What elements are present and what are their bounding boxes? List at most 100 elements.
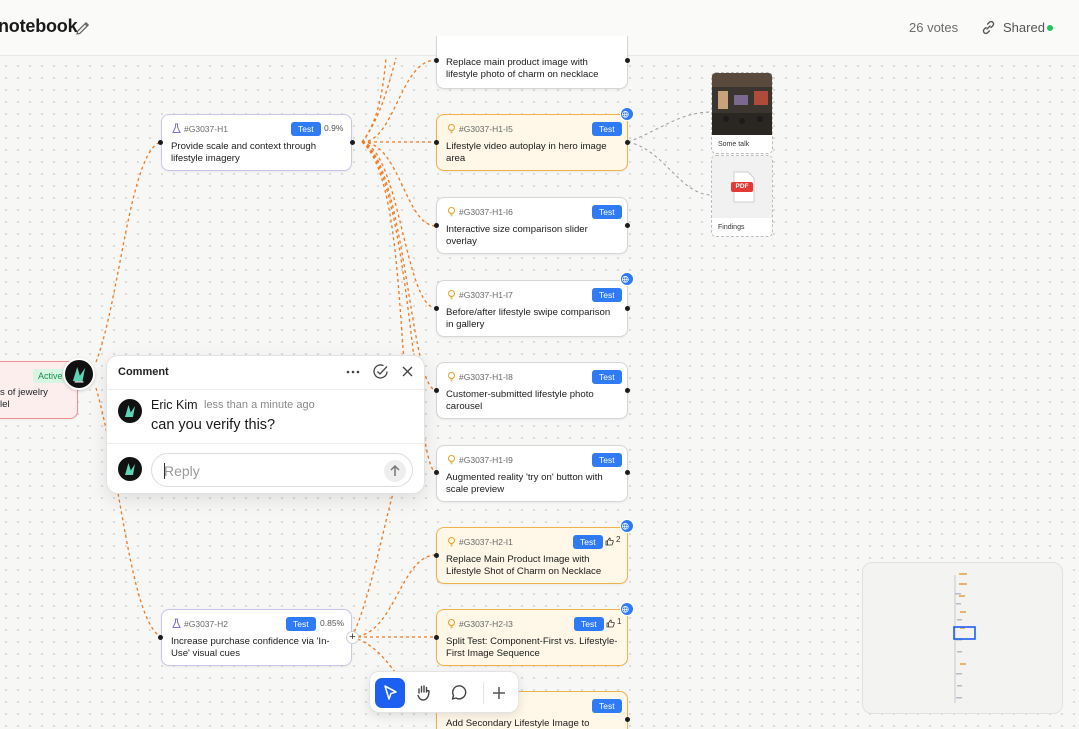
hypothesis-card[interactable]: #G3037-H2 Test 0.85% Increase purchase c… [161, 609, 352, 666]
divider [107, 443, 424, 444]
avatar [118, 399, 142, 423]
attachment-photo[interactable]: Some talk [711, 72, 773, 154]
idea-card[interactable]: #G3037-H1-I6 Test Interactive size compa… [436, 197, 628, 254]
connector-port[interactable] [434, 470, 439, 475]
idea-text: Lifestyle video autoplay in hero image a… [446, 141, 607, 164]
test-badge[interactable]: Test [592, 370, 622, 384]
connector-port[interactable] [350, 140, 355, 145]
close-icon[interactable] [401, 365, 414, 378]
reply-input[interactable] [164, 461, 374, 481]
globe-icon[interactable] [620, 602, 634, 616]
hypothesis-card[interactable]: #G3037-H1 Test 0.9% Provide scale and co… [161, 114, 352, 171]
attachment-label: Some talk [718, 141, 750, 148]
add-tool-button[interactable] [484, 678, 514, 708]
likes-count: 1 [617, 617, 622, 626]
connector-port[interactable] [625, 470, 630, 475]
connector-port[interactable] [625, 717, 630, 722]
lightbulb-icon [448, 207, 455, 217]
objective-avatar[interactable] [63, 358, 95, 390]
connector-port[interactable] [434, 58, 439, 63]
test-badge[interactable]: Test [592, 288, 622, 302]
lightbulb-icon [448, 290, 455, 300]
add-child-button[interactable]: + [346, 631, 359, 644]
connector-port[interactable] [434, 388, 439, 393]
connector-port[interactable] [625, 58, 630, 63]
idea-text: Before/after lifestyle swipe comparison … [446, 307, 611, 330]
idea-text: Interactive size comparison slider overl… [446, 224, 588, 247]
idea-card[interactable]: #G3037-H1-I9 Test Augmented reality 'try… [436, 445, 628, 502]
idea-id: #G3037-H1-I7 [459, 290, 513, 300]
connector-port[interactable] [434, 635, 439, 640]
connector-port[interactable] [625, 388, 630, 393]
connector-port[interactable] [625, 306, 630, 311]
idea-id: #G3037-H1-I8 [459, 372, 513, 382]
divider [107, 389, 424, 390]
pencil-icon[interactable] [74, 19, 92, 37]
votes-count[interactable]: 26 votes [909, 20, 958, 35]
minimap-preview [953, 573, 976, 703]
hypothesis-text: Increase purchase confidence via 'In-Use… [171, 636, 330, 659]
shared-status-dot [1047, 25, 1053, 31]
test-badge[interactable]: Test [592, 453, 622, 467]
chat-bubble-icon [451, 685, 467, 700]
idea-id: #G3037-H2-I1 [459, 537, 513, 547]
connector-port[interactable] [625, 223, 630, 228]
hypothesis-id: #G3037-H1 [184, 124, 228, 134]
connector-port[interactable] [434, 140, 439, 145]
thumbs-up-icon[interactable] [605, 537, 614, 546]
link-icon[interactable] [980, 19, 997, 36]
test-badge[interactable]: Test [573, 535, 603, 549]
connector-port[interactable] [158, 635, 163, 640]
hand-icon [417, 685, 430, 701]
connector-port[interactable] [158, 140, 163, 145]
test-badge[interactable]: Test [286, 617, 316, 631]
idea-card[interactable]: #G3037-H2-I1 Test 2 Replace Main Product… [436, 527, 628, 584]
pdf-tag: PDF [735, 183, 749, 190]
lightbulb-icon [448, 372, 455, 382]
globe-icon[interactable] [620, 272, 634, 286]
comment-tool-button[interactable] [443, 678, 473, 708]
comment-time: less than a minute ago [204, 399, 315, 411]
cursor-icon [384, 685, 397, 700]
idea-text: Replace main product image with lifestyl… [446, 57, 599, 80]
comment-author: Eric Kim [151, 398, 198, 412]
hand-tool-button[interactable] [409, 678, 439, 708]
test-badge[interactable]: Test [592, 122, 622, 136]
select-tool-button[interactable] [375, 678, 405, 708]
globe-icon[interactable] [620, 107, 634, 121]
send-button[interactable] [384, 460, 406, 482]
thumbs-up-icon[interactable] [606, 619, 615, 628]
resolve-check-icon[interactable] [372, 363, 389, 380]
idea-text: Augmented reality 'try on' button with s… [446, 472, 603, 495]
connector-port[interactable] [434, 223, 439, 228]
attachment-pdf[interactable]: PDF Findings [711, 155, 773, 237]
idea-card[interactable]: #G3037-H1-I5 Test Lifestyle video autopl… [436, 114, 628, 171]
flask-icon [172, 618, 181, 628]
globe-icon[interactable] [620, 519, 634, 533]
minimap[interactable] [862, 562, 1063, 714]
more-icon[interactable] [345, 366, 361, 378]
text-caret [164, 463, 165, 479]
test-badge[interactable]: Test [574, 617, 604, 631]
photo-thumbnail [712, 73, 772, 135]
test-badge[interactable]: Test [592, 205, 622, 219]
connector-port[interactable] [434, 306, 439, 311]
idea-card[interactable]: #G3037-H1-I7 Test Before/after lifestyle… [436, 280, 628, 337]
hypothesis-id: #G3037-H2 [184, 619, 228, 629]
leaf-logo-icon [125, 463, 135, 475]
lightbulb-icon [448, 619, 455, 629]
hypothesis-percent: 0.9% [324, 123, 344, 133]
idea-text: Customer-submitted lifestyle photo carou… [446, 389, 594, 412]
test-badge[interactable]: Test [291, 122, 321, 136]
connector-port[interactable] [625, 140, 630, 145]
idea-id: #G3037-H1-I6 [459, 207, 513, 217]
idea-card[interactable]: Replace main product image with lifestyl… [436, 36, 628, 89]
share-button[interactable]: Shared [1003, 20, 1045, 35]
test-badge[interactable]: Test [592, 699, 622, 713]
idea-card[interactable]: #G3037-H1-I8 Test Customer-submitted lif… [436, 362, 628, 419]
connector-port[interactable] [434, 553, 439, 558]
reply-box[interactable] [151, 453, 413, 487]
likes-count: 2 [616, 535, 621, 544]
idea-card[interactable]: #G3037-H2-I3 Test 1 Split Test: Componen… [436, 609, 628, 666]
hypothesis-text: Provide scale and context through lifest… [171, 141, 317, 164]
